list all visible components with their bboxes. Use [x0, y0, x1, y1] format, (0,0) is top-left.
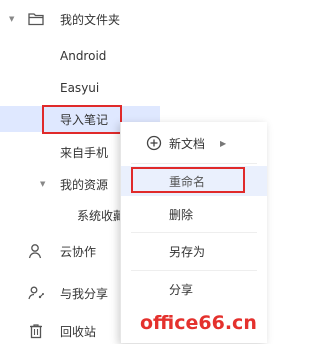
highlight-box-import-notes — [42, 105, 122, 134]
menu-item-save-as[interactable]: 另存为 — [121, 236, 267, 266]
watermark-text: office66.cn — [140, 312, 257, 334]
caret-down-icon[interactable]: ▼ — [9, 15, 17, 23]
folder-icon — [27, 10, 45, 28]
user-icon — [27, 242, 45, 260]
sidebar-item-label: 系统收藏 — [77, 208, 126, 223]
sidebar-item-my-folder[interactable]: ▼ 我的文件夹 — [0, 6, 266, 32]
share-users-icon — [27, 284, 45, 302]
trash-icon — [27, 322, 45, 340]
menu-item-share[interactable]: 分享 — [121, 274, 267, 304]
menu-separator — [131, 270, 257, 271]
sidebar-item-label: Easyui — [60, 81, 100, 95]
sidebar-item-label: 来自手机 — [60, 145, 109, 160]
sidebar-item-label: 回收站 — [60, 324, 97, 339]
sidebar-item-label: 我的文件夹 — [60, 12, 121, 27]
menu-item-delete[interactable]: 删除 — [121, 199, 267, 229]
sidebar-item-label: 云协作 — [60, 244, 97, 259]
menu-item-label: 分享 — [169, 282, 194, 297]
plus-circle-icon — [145, 134, 163, 152]
menu-item-label: 新文档 — [169, 136, 206, 151]
sidebar-item-label: 我的资源 — [60, 177, 109, 192]
submenu-arrow-icon: ▶ — [220, 139, 227, 148]
caret-down-icon[interactable]: ▼ — [40, 180, 48, 188]
menu-item-label: 删除 — [169, 207, 194, 222]
sidebar-item-label: 与我分享 — [60, 286, 109, 301]
sidebar-item-easyui[interactable]: Easyui — [0, 75, 266, 101]
menu-separator — [131, 163, 257, 164]
sidebar-item-android[interactable]: Android — [0, 43, 266, 69]
highlight-box-rename — [131, 167, 245, 193]
menu-item-new-doc[interactable]: 新文档 ▶ — [121, 128, 267, 158]
menu-item-label: 另存为 — [169, 244, 206, 259]
menu-separator — [131, 232, 257, 233]
sidebar-item-label: Android — [60, 49, 107, 63]
context-menu: 新文档 ▶ 重命名 删除 另存为 分享 — [120, 122, 267, 343]
